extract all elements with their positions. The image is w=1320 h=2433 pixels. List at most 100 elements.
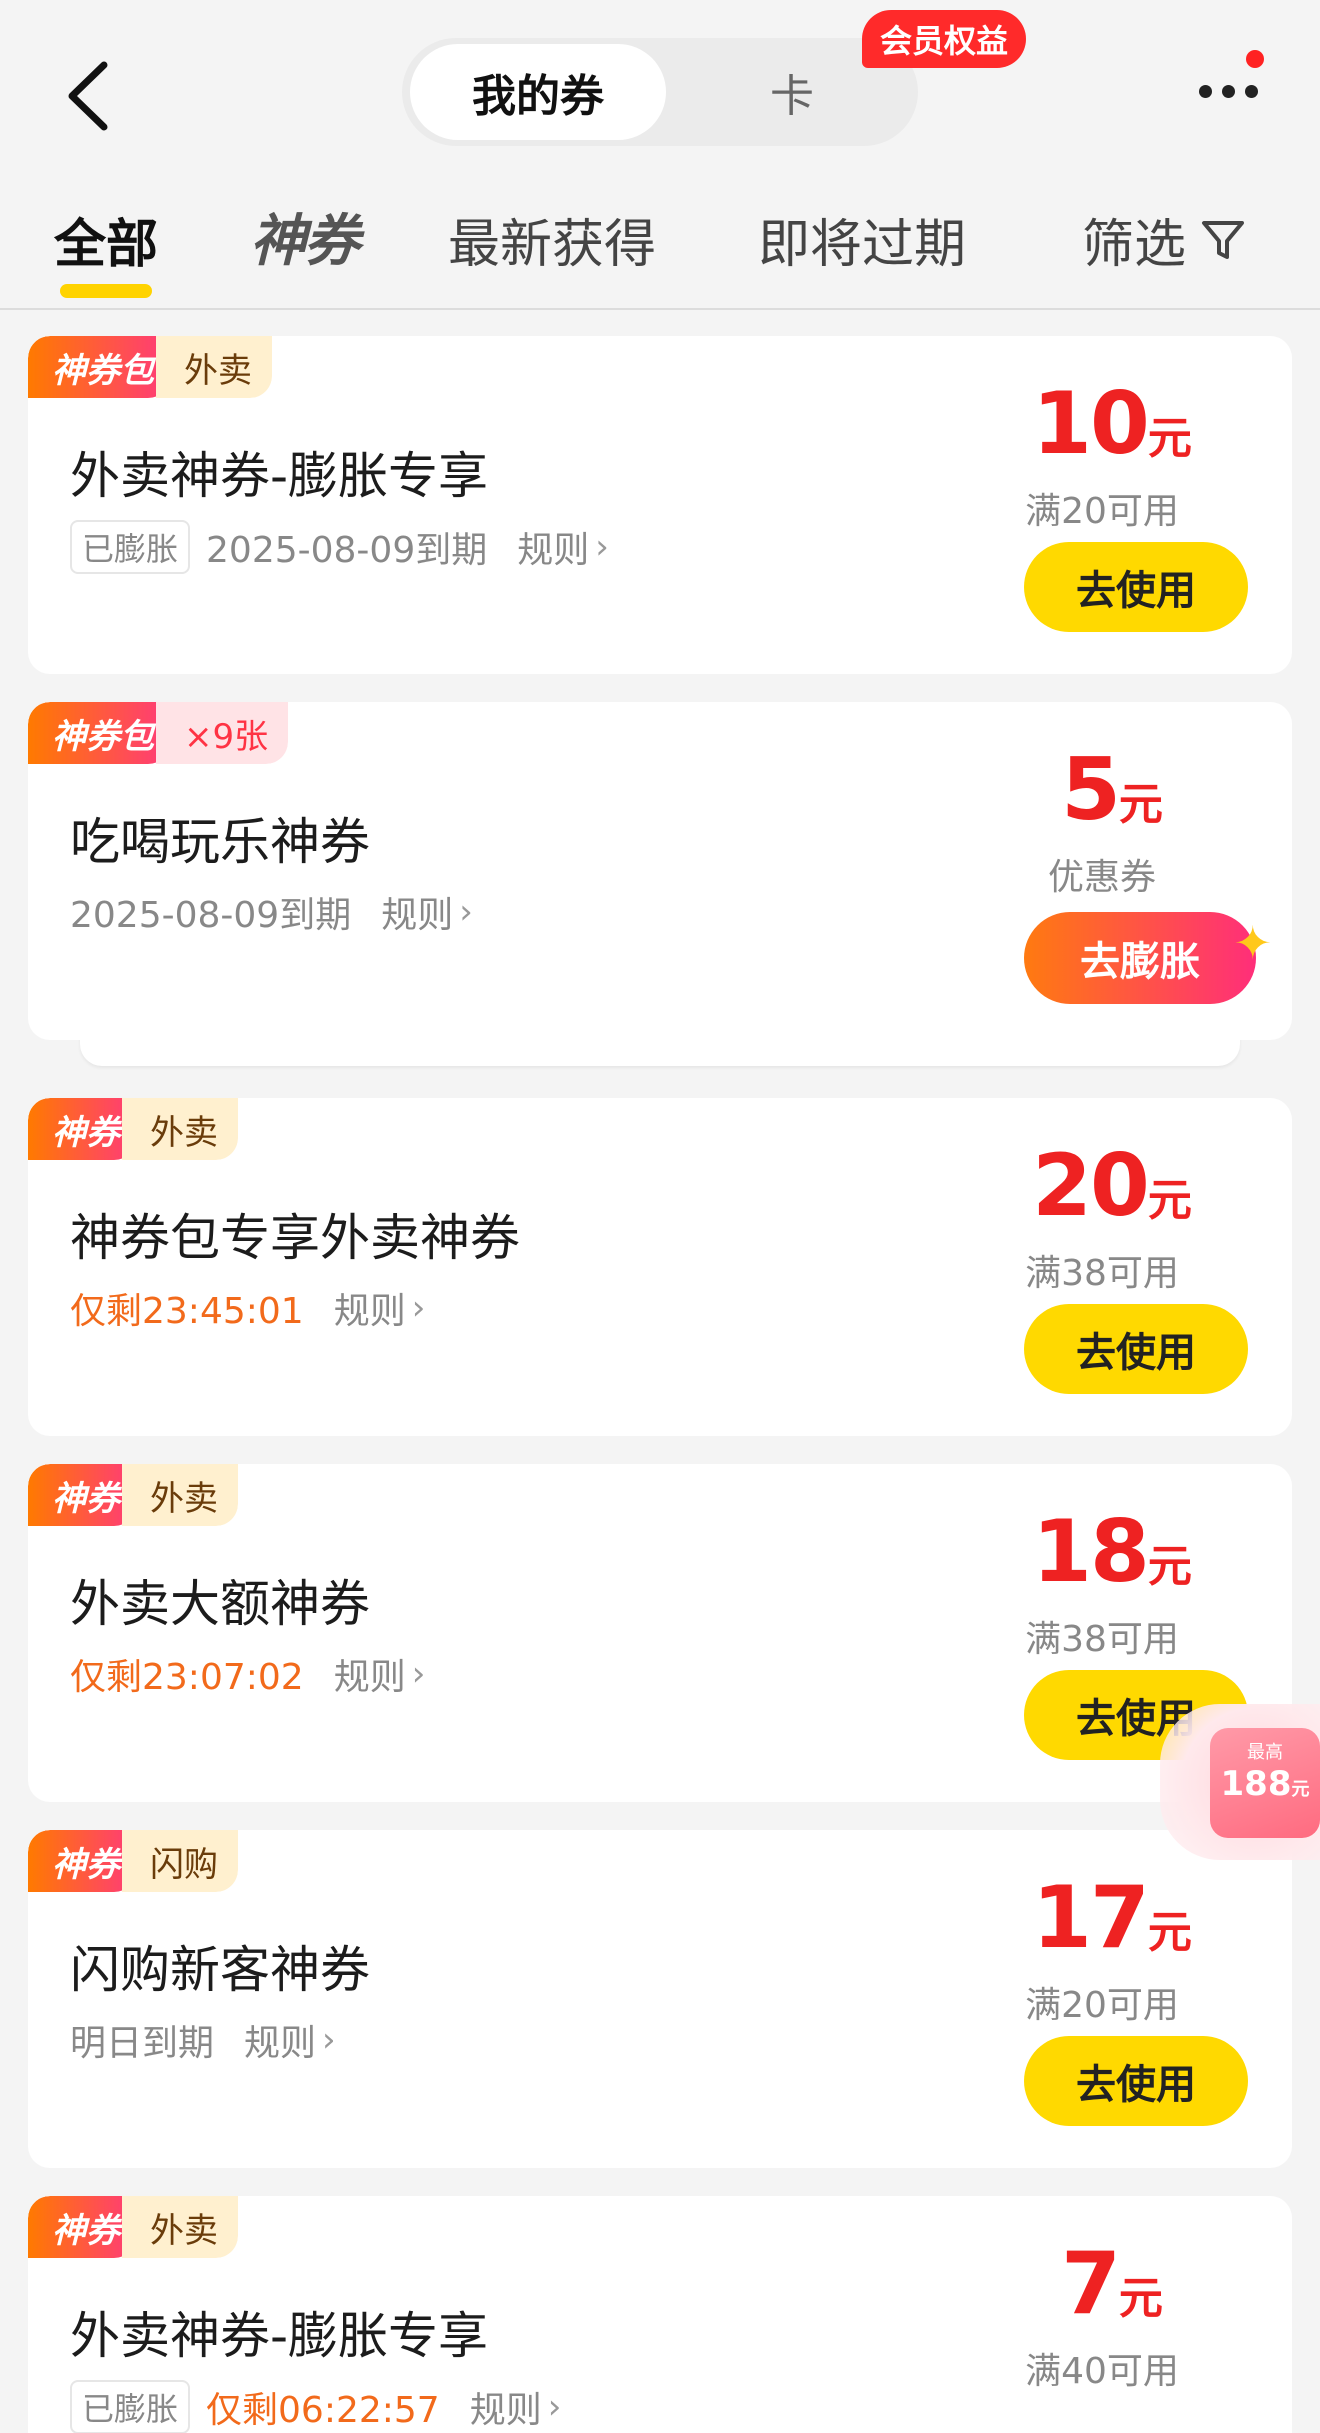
- amount-value: 7: [1061, 2234, 1121, 2334]
- tab-active-indicator: [60, 284, 152, 298]
- tag-main: 神券: [28, 1098, 136, 1160]
- rule-link[interactable]: 规则: [517, 521, 589, 573]
- coupon-title: 闪购新客神券: [70, 1941, 370, 1999]
- coupon-meta: 已膨胀 2025-08-09到期 规则 ›: [70, 520, 609, 574]
- back-arrow-icon[interactable]: [58, 56, 118, 136]
- tab-recent[interactable]: 最新获得: [448, 202, 656, 277]
- tag-category: 闪购: [122, 1830, 238, 1892]
- rule-link[interactable]: 规则: [381, 886, 453, 938]
- coupon-amount: 10元: [1002, 374, 1222, 474]
- use-button[interactable]: 去使用: [1024, 2036, 1248, 2126]
- countdown-timer: 仅剩23:07:02: [70, 1657, 304, 1698]
- coupon-title: 外卖神券-膨胀专享: [70, 2307, 489, 2365]
- amount-unit: 元: [1118, 2273, 1163, 2324]
- amount-value: 10: [1032, 374, 1150, 474]
- tag-main: 神券包: [28, 336, 170, 398]
- coupon-amount: 20元: [1002, 1136, 1222, 1236]
- inflated-chip: 已膨胀: [70, 520, 191, 574]
- tab-filter[interactable]: 筛选: [1082, 202, 1248, 277]
- segment-cards[interactable]: 卡: [702, 38, 882, 146]
- coupon-title: 外卖大额神券: [70, 1575, 370, 1633]
- coupon-title: 神券包专享外卖神券: [70, 1209, 520, 1267]
- tab-filter-label: 筛选: [1082, 215, 1187, 275]
- amount-unit: 元: [1147, 1907, 1192, 1958]
- rule-link[interactable]: 规则: [244, 2014, 316, 2066]
- coupon-amount: 18元: [1002, 1502, 1222, 1602]
- promo-amount-unit: 元: [1291, 1779, 1310, 1800]
- coupon-tag: 神券 闪购: [28, 1830, 238, 1892]
- coupon-amount: 5元: [1002, 740, 1222, 840]
- chevron-right-icon: ›: [547, 2387, 562, 2427]
- coupon-condition: 满20可用: [1025, 491, 1179, 532]
- promo-amount: 188元: [1210, 1764, 1320, 1804]
- amount-value: 18: [1032, 1502, 1150, 1602]
- amount-value: 5: [1061, 740, 1121, 840]
- coupon-meta: 仅剩23:07:02 规则 ›: [70, 1648, 425, 1700]
- amount-unit: 元: [1147, 1541, 1192, 1592]
- segment-switch: 我的券 卡: [402, 38, 918, 146]
- coupon-condition: 满40可用: [1025, 2351, 1179, 2392]
- amount-value: 17: [1032, 1868, 1150, 1968]
- inflated-chip: 已膨胀: [70, 2380, 191, 2433]
- amount-unit: 元: [1147, 413, 1192, 464]
- coupon-condition: 满38可用: [1025, 1253, 1179, 1294]
- tag-count: ×9张: [156, 702, 289, 764]
- coupon-card[interactable]: 神券 闪购 闪购新客神券 明日到期 规则 › 17元 满20可用 去使用: [28, 1830, 1292, 2168]
- countdown-timer: 仅剩06:22:57: [206, 2390, 440, 2431]
- coupon-tag: 神券包 外卖: [28, 336, 272, 398]
- tabs-divider: [0, 308, 1320, 310]
- notification-dot: [1246, 50, 1264, 68]
- coupon-condition: 满38可用: [1025, 1619, 1179, 1660]
- filter-tabs: 全部 神券 最新获得 即将过期 筛选: [0, 190, 1320, 306]
- coupon-meta: 明日到期 规则 ›: [70, 2014, 336, 2066]
- tab-shenquan[interactable]: 神券: [250, 196, 360, 277]
- expiry-date: 2025-08-09到期: [206, 530, 488, 571]
- coupon-condition: 满20可用: [1025, 1985, 1179, 2026]
- coupon-amount: 17元: [1002, 1868, 1222, 1968]
- sparkle-icon: ✦: [1233, 916, 1272, 970]
- floating-promo-button[interactable]: 最高 188元: [1210, 1728, 1320, 1838]
- coupon-condition: 优惠券: [1047, 857, 1156, 898]
- promo-top-text: 最高: [1247, 1742, 1283, 1763]
- inflate-button[interactable]: 去膨胀: [1024, 912, 1256, 1004]
- tab-expiring[interactable]: 即将过期: [758, 202, 966, 277]
- coupon-meta: 仅剩23:45:01 规则 ›: [70, 1282, 425, 1334]
- promo-amount-value: 188: [1220, 1764, 1292, 1804]
- coupon-meta: 2025-08-09到期 规则 ›: [70, 886, 473, 938]
- expiry-date: 2025-08-09到期: [70, 895, 352, 936]
- coupon-tag: 神券包 ×9张: [28, 702, 289, 764]
- tag-main: 神券: [28, 1464, 136, 1526]
- coupon-card[interactable]: 神券包 外卖 外卖神券-膨胀专享 已膨胀 2025-08-09到期 规则 › 1…: [28, 336, 1292, 674]
- rule-link[interactable]: 规则: [470, 2381, 542, 2433]
- rule-link[interactable]: 规则: [334, 1282, 406, 1334]
- filter-funnel-icon: [1202, 220, 1245, 259]
- tab-all[interactable]: 全部: [54, 202, 158, 277]
- segment-my-coupons[interactable]: 我的券: [410, 44, 666, 140]
- countdown-timer: 仅剩23:45:01: [70, 1291, 304, 1332]
- coupon-amount: 7元: [1002, 2234, 1222, 2334]
- use-button[interactable]: 去使用: [1024, 1304, 1248, 1394]
- coupon-tag: 神券 外卖: [28, 1098, 238, 1160]
- use-button[interactable]: 去使用: [1024, 542, 1248, 632]
- chevron-right-icon: ›: [411, 1288, 426, 1328]
- coupon-card[interactable]: 神券 外卖 外卖神券-膨胀专享 已膨胀 仅剩06:22:57 规则 › 7元 满…: [28, 2196, 1292, 2433]
- top-bar: 我的券 卡 会员权益: [0, 0, 1320, 180]
- rule-link[interactable]: 规则: [334, 1648, 406, 1700]
- amount-value: 20: [1032, 1136, 1150, 1236]
- coupon-card[interactable]: 神券包 ×9张 吃喝玩乐神券 2025-08-09到期 规则 › 5元 优惠券 …: [28, 702, 1292, 1040]
- coupon-card[interactable]: 神券 外卖 外卖大额神券 仅剩23:07:02 规则 › 18元 满38可用 去…: [28, 1464, 1292, 1802]
- coupon-tag: 神券 外卖: [28, 1464, 238, 1526]
- vip-benefits-badge[interactable]: 会员权益: [862, 10, 1027, 68]
- tag-category: 外卖: [122, 1464, 238, 1526]
- amount-unit: 元: [1118, 779, 1163, 830]
- expiry-date: 明日到期: [70, 2023, 215, 2064]
- tag-category: 外卖: [122, 1098, 238, 1160]
- tag-category: 外卖: [156, 336, 272, 398]
- coupon-title: 外卖神券-膨胀专享: [70, 447, 489, 505]
- chevron-right-icon: ›: [322, 2020, 336, 2060]
- tag-main: 神券: [28, 2196, 136, 2258]
- coupon-meta: 已膨胀 仅剩06:22:57 规则 ›: [70, 2380, 561, 2433]
- coupon-card[interactable]: 神券 外卖 神券包专享外卖神券 仅剩23:45:01 规则 › 20元 满38可…: [28, 1098, 1292, 1436]
- chevron-right-icon: ›: [595, 527, 609, 567]
- coupon-tag: 神券 外卖: [28, 2196, 238, 2258]
